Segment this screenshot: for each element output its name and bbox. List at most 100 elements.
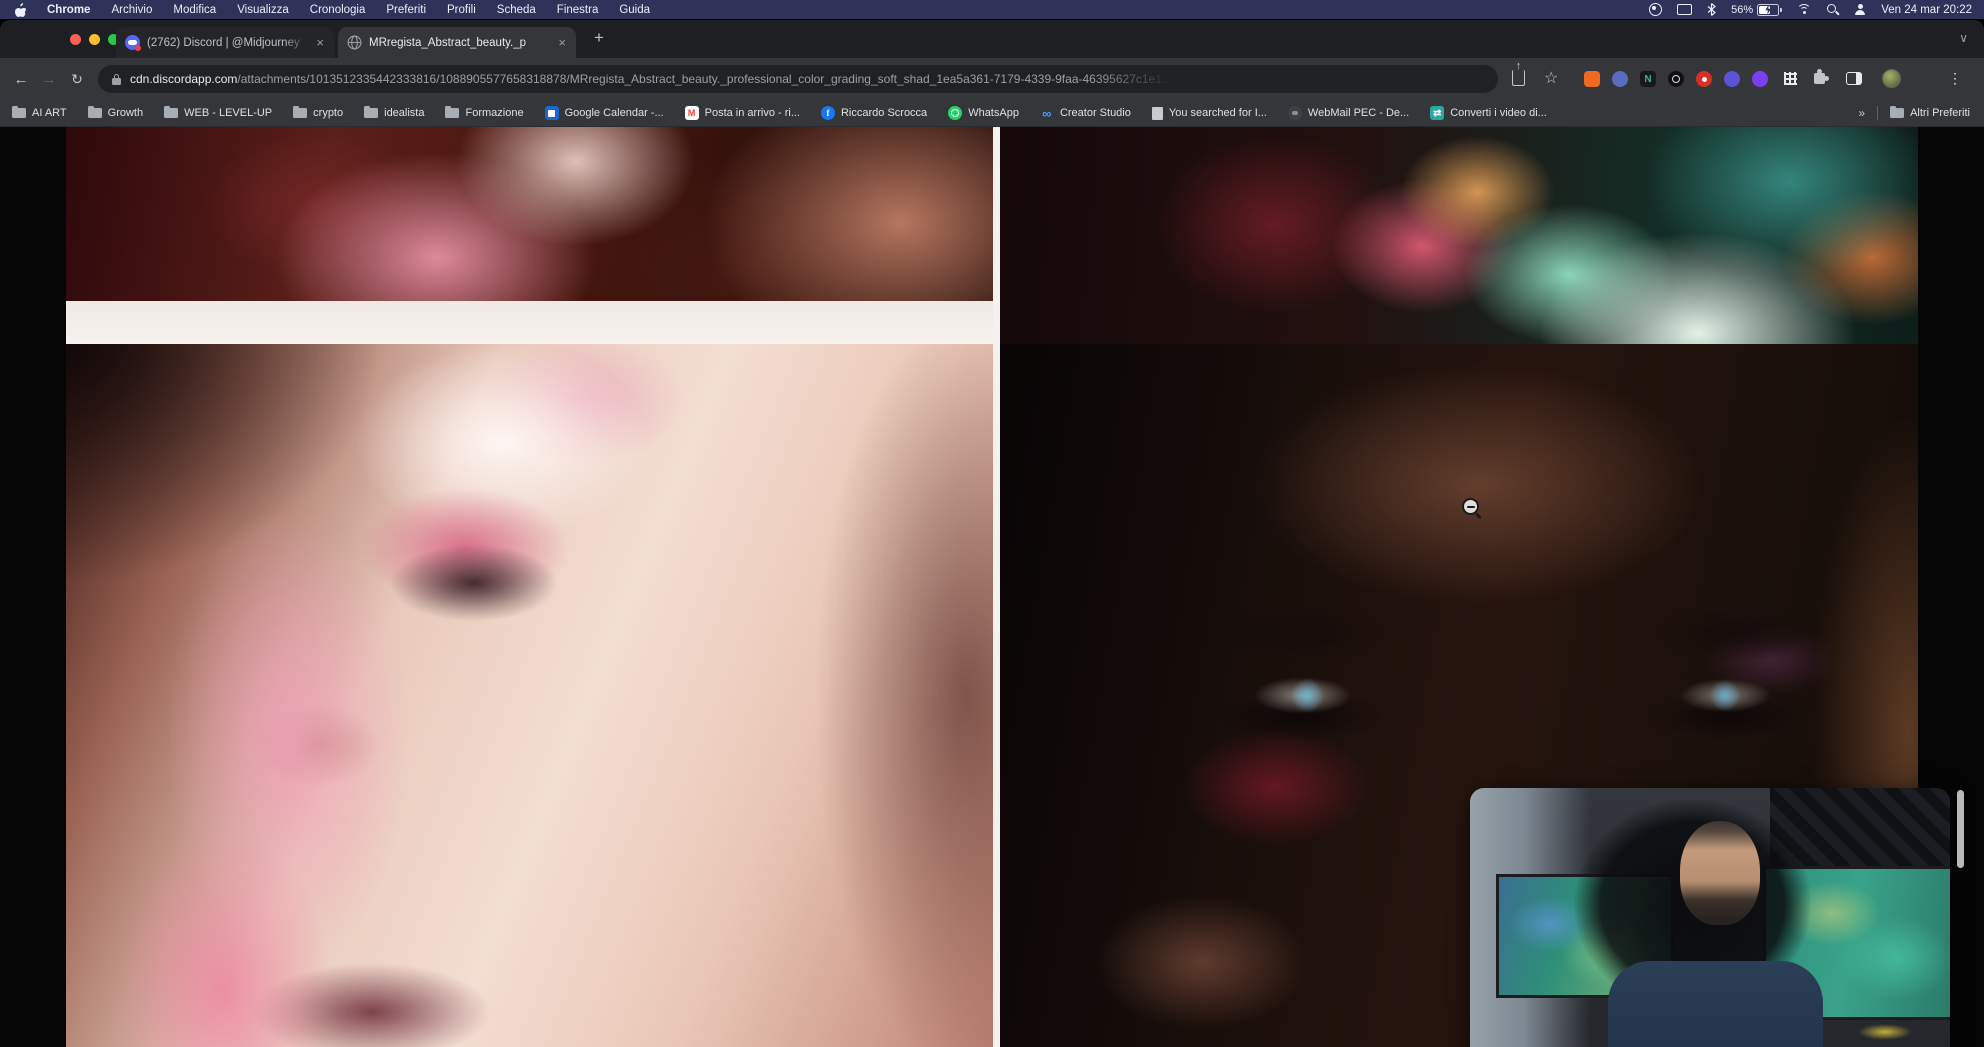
- bookmark-star-icon[interactable]: ☆: [1544, 69, 1558, 88]
- page-icon: [1152, 107, 1163, 120]
- tab-title: (2762) Discord | @Midjourney: [147, 37, 308, 49]
- webcam-overlay: [1470, 788, 1950, 1047]
- browser-toolbar: ← → ↻ cdn.discordapp.com/attachments/101…: [0, 58, 1984, 100]
- bluetooth-icon[interactable]: [1707, 3, 1716, 16]
- bookmark-google-calendar[interactable]: Google Calendar -...: [545, 106, 664, 120]
- menu-item-archivio[interactable]: Archivio: [111, 4, 152, 16]
- midjourney-image-top-left[interactable]: [66, 127, 993, 301]
- back-button[interactable]: ←: [8, 58, 34, 100]
- bookmarks-overflow-icon[interactable]: »: [1858, 106, 1865, 120]
- profile-avatar[interactable]: [1882, 69, 1901, 88]
- menu-item-chrome[interactable]: Chrome: [47, 4, 90, 16]
- midjourney-image-bottom-left[interactable]: [66, 344, 993, 1047]
- reload-button[interactable]: ↻: [64, 58, 90, 100]
- minimize-window-button[interactable]: [89, 34, 100, 45]
- scrollbar-thumb[interactable]: [1957, 790, 1964, 868]
- tab-search-chevron-icon[interactable]: ∨: [1959, 31, 1968, 45]
- folder-icon: [164, 108, 178, 118]
- bookmark-folder-formazione[interactable]: Formazione: [445, 107, 523, 119]
- wifi-icon[interactable]: [1797, 4, 1812, 15]
- url-text: cdn.discordapp.com/attachments/101351233…: [130, 72, 1175, 86]
- menu-item-visualizza[interactable]: Visualizza: [237, 4, 289, 16]
- extension-icon-purple[interactable]: [1752, 71, 1768, 87]
- macos-menu-bar: Chrome Archivio Modifica Visualizza Cron…: [0, 0, 1984, 19]
- chrome-window: (2762) Discord | @Midjourney × MRregista…: [0, 20, 1984, 1047]
- menu-item-modifica[interactable]: Modifica: [173, 4, 216, 16]
- google-calendar-icon: [545, 106, 559, 120]
- bookmark-folder-ai-art[interactable]: AI ART: [12, 107, 67, 119]
- menu-bar-left: Chrome Archivio Modifica Visualizza Cron…: [0, 3, 650, 17]
- menu-item-preferiti[interactable]: Preferiti: [386, 4, 426, 16]
- midjourney-image-top-right[interactable]: [1000, 127, 1918, 344]
- bookmark-webmail-pec[interactable]: WebMail PEC - De...: [1288, 106, 1409, 120]
- bookmark-folder-web-level-up[interactable]: WEB - LEVEL-UP: [164, 107, 272, 119]
- menu-bar-clock[interactable]: Ven 24 mar 20:22: [1881, 4, 1972, 16]
- other-bookmarks-folder[interactable]: Altri Preferiti: [1890, 107, 1970, 119]
- display-mirroring-icon[interactable]: [1677, 4, 1692, 15]
- tab-close-icon[interactable]: ×: [315, 36, 325, 49]
- extension-icon-orange[interactable]: [1584, 71, 1600, 87]
- tab-close-icon[interactable]: ×: [557, 36, 567, 49]
- menu-item-profili[interactable]: Profili: [447, 4, 476, 16]
- image-grid-gap: [993, 127, 1000, 1047]
- screen-glow: [1858, 1024, 1912, 1040]
- extension-icon-blue[interactable]: [1612, 71, 1628, 87]
- bookmark-folder-growth[interactable]: Growth: [88, 107, 143, 119]
- extension-icon-black[interactable]: [1668, 71, 1684, 87]
- bookmark-folder-crypto[interactable]: crypto: [293, 107, 343, 119]
- extension-grid-icon[interactable]: [1784, 72, 1797, 85]
- folder-icon: [293, 108, 307, 118]
- gmail-icon: M: [685, 106, 699, 120]
- ssl-lock-icon[interactable]: [112, 74, 121, 85]
- forward-button[interactable]: →: [36, 58, 62, 100]
- bookmark-creator-studio[interactable]: ∞Creator Studio: [1040, 106, 1131, 120]
- presenter-body: [1608, 961, 1823, 1047]
- page-content: [0, 127, 1984, 1047]
- folder-icon: [1890, 108, 1904, 118]
- control-center-icon[interactable]: [1854, 4, 1866, 15]
- presenter-head: [1680, 821, 1760, 925]
- menu-item-cronologia[interactable]: Cronologia: [310, 4, 366, 16]
- screen: Chrome Archivio Modifica Visualizza Cron…: [0, 0, 1984, 1047]
- bookmark-folder-idealista[interactable]: idealista: [364, 107, 424, 119]
- battery-indicator[interactable]: 56%: [1731, 4, 1782, 16]
- url-path: /attachments/1013512335442333816/1088905…: [237, 72, 1175, 86]
- bookmarks-divider: [1877, 106, 1878, 120]
- bookmark-video-converter[interactable]: ⇄Converti i video di...: [1430, 106, 1547, 120]
- extension-icon-red[interactable]: [1696, 71, 1712, 87]
- screen-record-icon[interactable]: [1649, 3, 1662, 16]
- share-icon[interactable]: ↑: [1512, 70, 1525, 86]
- meta-icon: ∞: [1040, 106, 1054, 120]
- extension-icon-n[interactable]: N: [1640, 71, 1656, 87]
- new-tab-button[interactable]: +: [594, 29, 604, 46]
- address-bar[interactable]: cdn.discordapp.com/attachments/101351233…: [98, 65, 1498, 93]
- tab-title: MRregista_Abstract_beauty._p: [369, 37, 550, 49]
- zoom-out-cursor: [1462, 498, 1484, 520]
- webmail-pec-icon: [1288, 106, 1302, 120]
- bookmark-whatsapp[interactable]: WhatsApp: [948, 106, 1019, 120]
- extension-icon-indigo[interactable]: [1724, 71, 1740, 87]
- battery-percentage: 56%: [1731, 4, 1753, 16]
- folder-icon: [12, 108, 26, 118]
- whatsapp-icon: [948, 106, 962, 120]
- chrome-menu-icon[interactable]: ⋮: [1948, 69, 1962, 87]
- bookmark-you-searched[interactable]: You searched for I...: [1152, 107, 1267, 120]
- menu-item-guida[interactable]: Guida: [619, 4, 650, 16]
- image-light-band[interactable]: [66, 301, 993, 344]
- menu-item-finestra[interactable]: Finestra: [557, 4, 599, 16]
- close-window-button[interactable]: [70, 34, 81, 45]
- tab-image-active[interactable]: MRregista_Abstract_beauty._p ×: [338, 27, 576, 58]
- spotlight-search-icon[interactable]: [1827, 4, 1839, 16]
- bookmarks-bar: AI ART Growth WEB - LEVEL-UP crypto idea…: [0, 100, 1984, 127]
- bookmark-facebook[interactable]: fRiccardo Scrocca: [821, 106, 927, 120]
- tab-discord[interactable]: (2762) Discord | @Midjourney ×: [116, 27, 334, 58]
- apple-logo-icon[interactable]: [14, 3, 26, 17]
- bookmark-gmail[interactable]: MPosta in arrivo - ri...: [685, 106, 800, 120]
- globe-favicon: [347, 35, 362, 50]
- side-panel-icon[interactable]: [1846, 72, 1862, 85]
- menu-item-scheda[interactable]: Scheda: [497, 4, 536, 16]
- tab-strip: (2762) Discord | @Midjourney × MRregista…: [0, 20, 1984, 58]
- menu-bar-status: 56% Ven 24 mar 20:22: [1649, 3, 1984, 16]
- bookmarks-right-group: » Altri Preferiti: [1858, 106, 1970, 120]
- extensions-puzzle-icon[interactable]: [1814, 73, 1825, 84]
